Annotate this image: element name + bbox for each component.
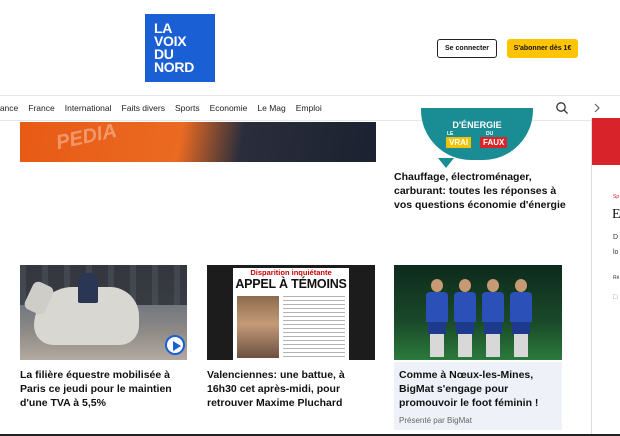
login-button[interactable]: Se connecter	[437, 39, 497, 58]
search-icon[interactable]	[555, 101, 569, 115]
rider-shape	[78, 273, 98, 303]
hero-image[interactable]: PEDIA	[20, 122, 376, 162]
poster-title: APPEL À TÉMOINS	[235, 277, 347, 291]
card-title-missing-person[interactable]: Valenciennes: une battue, à 16h30 cet ap…	[207, 368, 377, 410]
card-image-horse[interactable]	[20, 265, 187, 360]
nav-item-france[interactable]: France	[28, 103, 54, 113]
speech-bubble-tail	[438, 158, 454, 168]
card-title-horse[interactable]: La filière équestre mobilisée à Paris ce…	[20, 368, 190, 410]
nav-item-sports[interactable]: Sports	[175, 103, 200, 113]
player-figure	[426, 279, 448, 357]
player-figure	[482, 279, 504, 357]
nav-item-le-mag[interactable]: Le Mag	[257, 103, 285, 113]
vrai-faux-top-text: D'ÉNERGIE	[452, 120, 502, 130]
nav-item-international[interactable]: International	[65, 103, 112, 113]
sidebar-text-1: D	[613, 234, 619, 241]
sponsor-label: Présenté par BigMat	[399, 416, 472, 425]
poster-photo	[237, 296, 279, 358]
card-title-football[interactable]: Comme à Nœux-les-Mines, BigMat s'engage …	[399, 368, 559, 410]
sidebar-text-3: Ré	[613, 275, 620, 281]
nav-items: rance France International Faits divers …	[0, 103, 332, 113]
sidebar-category: Sp	[613, 194, 620, 200]
poster: Disparition inquiétante APPEL À TÉMOINS	[233, 268, 349, 360]
sidebar-red-banner[interactable]	[592, 118, 620, 165]
energy-headline[interactable]: Chauffage, électroménager, carburant: to…	[394, 170, 566, 212]
nav-item-faits-divers[interactable]: Faits divers	[122, 103, 165, 113]
nav-item-emploi[interactable]: Emploi	[296, 103, 322, 113]
play-video-icon[interactable]	[165, 335, 185, 355]
logo-line-4: NORD	[154, 59, 195, 75]
player-figure	[454, 279, 476, 357]
poster-text-lines	[283, 296, 345, 358]
sidebar-text-2: lo	[613, 249, 619, 256]
sidebar-title[interactable]: E	[612, 207, 620, 223]
speech-bubble-shape	[421, 108, 533, 160]
nav-item-economie[interactable]: Economie	[210, 103, 248, 113]
nav-item-region[interactable]: rance	[0, 103, 18, 113]
subscribe-button[interactable]: S'abonner dès 1€	[507, 39, 578, 58]
comment-icon[interactable]: □	[613, 294, 617, 301]
chevron-right-icon[interactable]	[592, 102, 602, 114]
vrai-label: VRAI	[446, 137, 472, 148]
page: LA VOIX DU NORD Se connecter S'abonner d…	[0, 0, 620, 436]
player-figure	[510, 279, 532, 357]
hero-image-text: PEDIA	[54, 122, 119, 155]
card-image-missing-person[interactable]: Disparition inquiétante APPEL À TÉMOINS	[207, 265, 375, 360]
poster-tag: Disparition inquiétante	[250, 268, 332, 277]
site-logo[interactable]: LA VOIX DU NORD	[145, 14, 215, 82]
card-image-football[interactable]	[394, 265, 562, 360]
sponsored-card[interactable]: Comme à Nœux-les-Mines, BigMat s'engage …	[394, 362, 562, 430]
vrai-faux-illustration[interactable]: D'ÉNERGIE LE DU VRAI FAUX	[394, 108, 562, 168]
faux-label: FAUX	[480, 137, 508, 148]
